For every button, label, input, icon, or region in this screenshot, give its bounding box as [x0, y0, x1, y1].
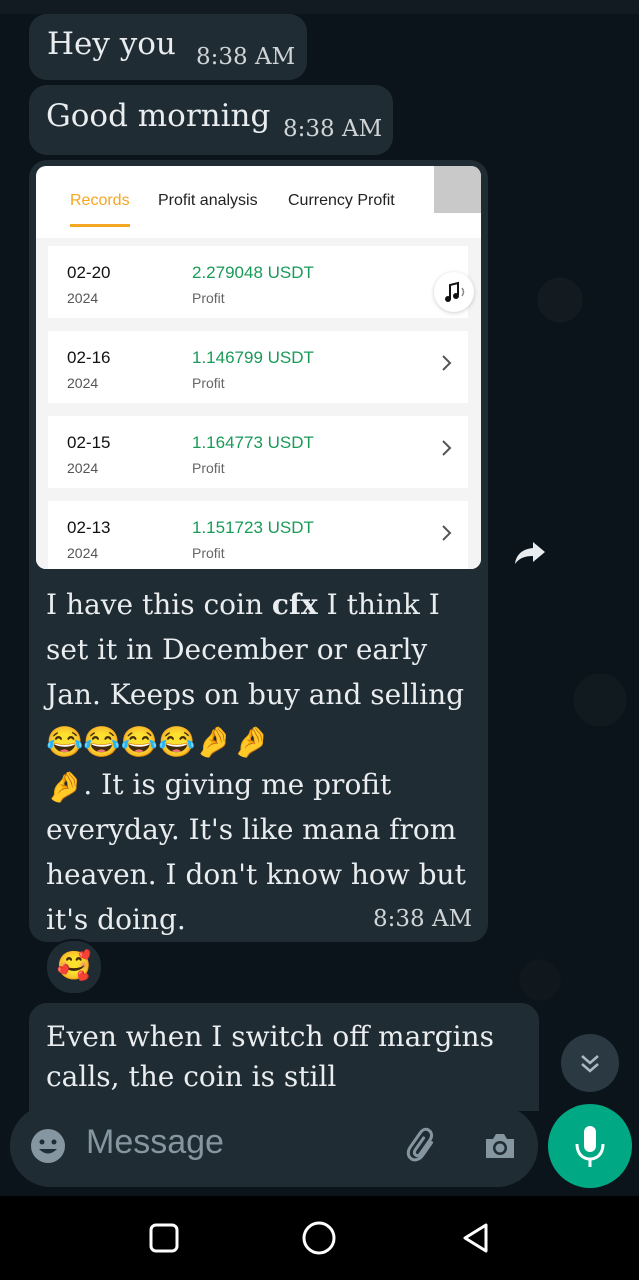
microphone-icon: [575, 1126, 605, 1167]
message-composer[interactable]: Message: [10, 1105, 538, 1187]
record-type: Profit: [192, 460, 225, 476]
records-tabs: Records Profit analysis Currency Profit: [36, 166, 481, 238]
message-caption: I have this coin cfx I think I set it in…: [46, 582, 476, 942]
record-row: 02-20 2024 2.279048 USDT Profit: [48, 246, 468, 318]
record-amount: 2.279048 USDT: [192, 263, 314, 282]
scroll-to-bottom-button[interactable]: [561, 1034, 619, 1092]
smiley-icon[interactable]: [28, 1126, 68, 1166]
record-row: 02-16 2024 1.146799 USDT Profit: [48, 331, 468, 403]
system-navigation-bar: [0, 1196, 639, 1280]
record-amount: 1.164773 USDT: [192, 433, 314, 452]
message-text: Hey you: [47, 26, 176, 62]
record-amount: 1.151723 USDT: [192, 518, 314, 537]
record-date: 02-20: [67, 263, 111, 282]
message-bubble[interactable]: Good morning 8:38 AM: [29, 85, 393, 155]
scrollbar-thumb: [434, 166, 481, 213]
header-edge: [0, 0, 639, 14]
voice-record-button[interactable]: [548, 1104, 632, 1188]
message-time: 8:38 AM: [196, 44, 296, 70]
forward-arrow-icon[interactable]: [511, 533, 549, 571]
message-text: Even when I switch off margins calls, th…: [46, 1020, 494, 1093]
chevron-right-icon: [442, 525, 452, 541]
chevron-right-icon: [442, 355, 452, 371]
paperclip-icon[interactable]: [402, 1124, 446, 1168]
record-date: 02-13: [67, 518, 111, 537]
image-message-bubble[interactable]: Records Profit analysis Currency Profit …: [29, 160, 488, 942]
record-year: 2024: [67, 545, 99, 561]
message-bubble[interactable]: Hey you 8:38 AM: [29, 14, 307, 80]
record-type: Profit: [192, 290, 225, 306]
tab-profit-analysis: Profit analysis: [158, 192, 258, 209]
records-list: 02-20 2024 2.279048 USDT Profit 02-16 20…: [36, 238, 481, 569]
emoji-sequence: 😂😂😂😂🤌🤌: [46, 725, 271, 760]
record-year: 2024: [67, 375, 99, 391]
music-note-icon: [434, 272, 474, 312]
record-row: 02-15 2024 1.164773 USDT Profit: [48, 416, 468, 488]
tab-records: Records: [70, 192, 130, 209]
message-time: 8:38 AM: [283, 116, 383, 142]
record-amount: 1.146799 USDT: [192, 348, 314, 367]
record-year: 2024: [67, 290, 99, 306]
message-reaction[interactable]: 🥰: [45, 939, 103, 995]
recents-square-icon[interactable]: [144, 1218, 184, 1258]
home-circle-icon[interactable]: [299, 1218, 339, 1258]
record-type: Profit: [192, 375, 225, 391]
tab-currency-profit: Currency Profit: [288, 192, 395, 209]
active-tab-indicator: [70, 224, 130, 227]
record-date: 02-16: [67, 348, 111, 367]
message-bubble[interactable]: Even when I switch off margins calls, th…: [29, 1003, 539, 1111]
double-chevron-down-icon: [581, 1055, 599, 1073]
record-year: 2024: [67, 460, 99, 476]
attached-screenshot[interactable]: Records Profit analysis Currency Profit …: [36, 166, 481, 569]
message-time: 8:38 AM: [373, 906, 473, 932]
chevron-right-icon: [442, 440, 452, 456]
record-type: Profit: [192, 545, 225, 561]
message-text: Good morning: [46, 98, 271, 134]
emoji-sequence: 🤌: [46, 770, 84, 805]
caption-text: I have this coin: [46, 588, 272, 621]
record-date: 02-15: [67, 433, 111, 452]
caption-bold-text: cfx: [271, 588, 318, 621]
message-input[interactable]: Message: [86, 1123, 224, 1162]
record-row: 02-13 2024 1.151723 USDT Profit: [48, 501, 468, 569]
camera-icon[interactable]: [480, 1126, 520, 1166]
back-triangle-icon[interactable]: [456, 1218, 496, 1258]
